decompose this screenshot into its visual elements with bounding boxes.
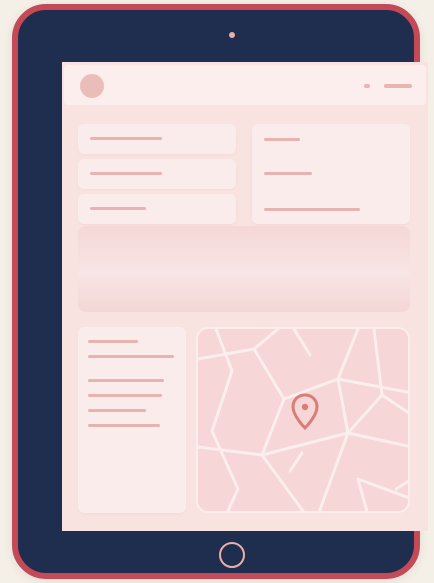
placeholder-line bbox=[90, 207, 146, 210]
placeholder-line bbox=[88, 379, 164, 382]
top-bar bbox=[64, 65, 426, 105]
placeholder-line bbox=[90, 172, 162, 175]
camera-icon bbox=[229, 32, 235, 38]
avatar[interactable] bbox=[80, 74, 104, 98]
tablet-screen bbox=[62, 62, 428, 531]
info-card[interactable] bbox=[252, 124, 410, 224]
placeholder-line bbox=[88, 355, 174, 358]
placeholder-line bbox=[264, 172, 312, 175]
list-card-2[interactable] bbox=[78, 159, 236, 189]
tablet-device bbox=[12, 4, 428, 579]
placeholder-line bbox=[88, 424, 160, 427]
map-view[interactable] bbox=[198, 329, 410, 513]
placeholder-line bbox=[88, 340, 138, 343]
placeholder-line bbox=[88, 394, 162, 397]
details-card[interactable] bbox=[78, 327, 186, 513]
home-button[interactable] bbox=[219, 542, 245, 568]
list-card-1[interactable] bbox=[78, 124, 236, 154]
hero-panel bbox=[78, 226, 410, 312]
placeholder-line bbox=[264, 138, 300, 141]
placeholder-line bbox=[90, 137, 162, 140]
map-card[interactable] bbox=[196, 327, 410, 513]
map-pin-icon[interactable] bbox=[291, 393, 319, 431]
list-card-3[interactable] bbox=[78, 194, 236, 224]
placeholder-line bbox=[264, 208, 360, 211]
placeholder-line bbox=[88, 409, 146, 412]
top-bar-placeholder-text bbox=[384, 84, 412, 88]
status-dot-icon bbox=[364, 84, 370, 88]
